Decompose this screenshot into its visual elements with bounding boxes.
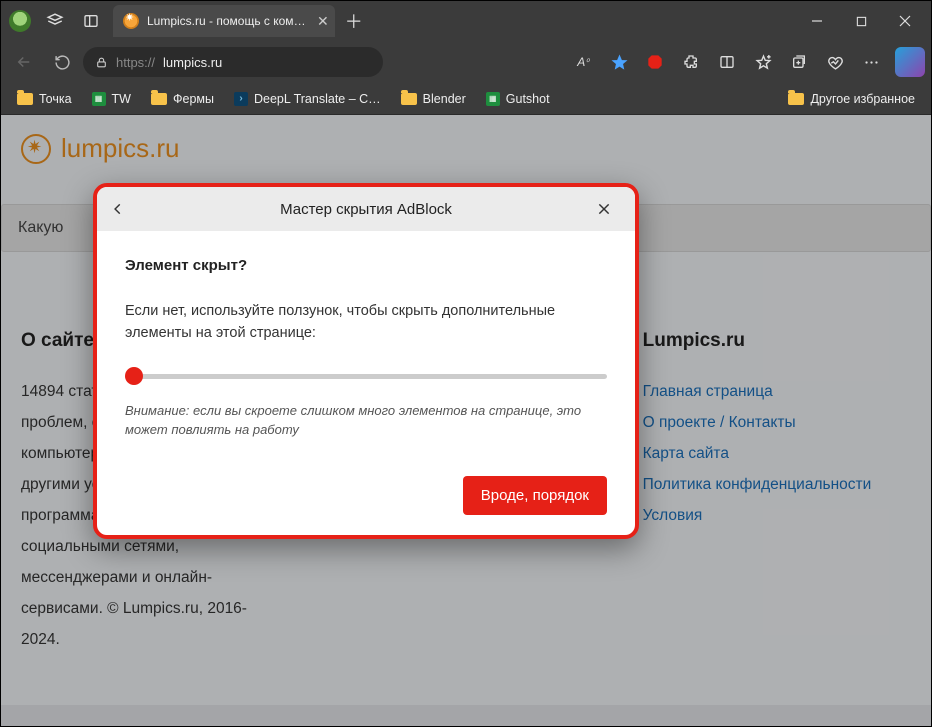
modal-heading: Элемент скрыт? [125,257,607,274]
close-tab-icon[interactable]: ✕ [317,14,329,28]
back-button[interactable] [7,45,41,79]
bookmark-item[interactable]: Blender [393,88,474,110]
bookmark-label: TW [112,92,131,106]
modal-title: Мастер скрытия AdBlock [135,201,597,218]
url-host: lumpics.ru [163,55,222,70]
browser-essentials-icon[interactable] [819,46,851,78]
site-favicon-icon [123,13,139,29]
bookmark-label: Фермы [173,92,214,106]
window-maximize-button[interactable] [839,1,883,41]
adblock-extension-icon[interactable] [639,46,671,78]
extensions-icon[interactable] [675,46,707,78]
folder-icon [401,93,417,105]
split-screen-icon[interactable] [711,46,743,78]
modal-body: Элемент скрыт? Если нет, используйте пол… [97,231,635,535]
bookmarks-bar: Точка ▦ TW Фермы › DeepL Translate – C… Bl… [1,83,931,115]
collections-icon[interactable] [783,46,815,78]
modal-back-button[interactable] [111,202,135,216]
toolbar: https:// lumpics.ru A⁰ [1,41,931,83]
hide-more-slider[interactable] [125,367,607,385]
bookmark-item[interactable]: ▦ TW [84,88,139,110]
new-tab-button[interactable]: ＋ [339,6,369,36]
folder-icon [788,93,804,105]
modal-warning: Внимание: если вы скроете слишком много … [125,401,607,440]
copilot-icon[interactable] [895,47,925,77]
bookmark-item[interactable]: › DeepL Translate – C… [226,88,389,110]
folder-icon [151,93,167,105]
bookmark-item[interactable]: Точка [9,88,80,110]
workspaces-icon[interactable] [41,7,69,35]
folder-icon [17,93,33,105]
bookmark-item[interactable]: Фермы [143,88,222,110]
active-tab[interactable]: Lumpics.ru - помощь с компьют… ✕ [113,5,335,37]
footer-link[interactable]: Главная страница [643,383,773,400]
profile-avatar[interactable] [9,10,31,32]
browser-window: Lumpics.ru - помощь с компьют… ✕ ＋ https… [0,0,932,727]
window-minimize-button[interactable] [795,1,839,41]
favorites-icon[interactable] [747,46,779,78]
url-scheme: https:// [116,55,155,70]
footer-link[interactable]: Политика конфиденциальности [643,476,872,493]
titlebar: Lumpics.ru - помощь с компьют… ✕ ＋ [1,1,931,41]
window-close-button[interactable] [883,1,927,41]
tab-title: Lumpics.ru - помощь с компьют… [147,14,307,28]
site-name: lumpics.ru [61,133,179,164]
slider-track [125,374,607,379]
bookmark-label: Точка [39,92,72,106]
modal-header: Мастер скрытия AdBlock [97,187,635,231]
address-bar[interactable]: https:// lumpics.ru [83,47,383,77]
deepl-icon: › [234,92,248,106]
site-header: lumpics.ru [1,115,931,174]
reading-mode-icon[interactable]: A⁰ [567,46,599,78]
bookmark-label: DeepL Translate – C… [254,92,381,106]
page-bottom [1,705,931,726]
footer-link[interactable]: Условия [643,507,703,524]
footer-link[interactable]: О проекте / Контакты [643,414,796,431]
lock-icon [95,56,108,69]
site-logo-icon [21,134,51,164]
sheets-icon: ▦ [486,92,500,106]
bookmarks-overflow[interactable]: Другое избранное [780,88,923,110]
slider-thumb[interactable] [125,367,143,385]
footer-links: Lumpics.ru Главная страница О проекте / … [643,322,911,655]
favorite-star-icon[interactable] [603,46,635,78]
adblock-wizard-modal: Мастер скрытия AdBlock Элемент скрыт? Ес… [93,183,639,539]
bookmark-label: Другое избранное [810,92,915,106]
modal-description: Если нет, используйте ползунок, чтобы ск… [125,300,607,345]
footer-link[interactable]: Карта сайта [643,445,729,462]
links-heading: Lumpics.ru [643,322,911,360]
page-viewport: lumpics.ru О сайте 14894 статей по решен… [1,115,931,726]
reload-button[interactable] [45,45,79,79]
modal-actions: Вроде, порядок [125,476,607,515]
more-menu-icon[interactable] [855,46,887,78]
bookmark-item[interactable]: ▦ Gutshot [478,88,558,110]
confirm-button[interactable]: Вроде, порядок [463,476,607,515]
tab-actions-icon[interactable] [77,7,105,35]
bookmark-label: Gutshot [506,92,550,106]
bookmark-label: Blender [423,92,466,106]
modal-close-button[interactable] [597,202,621,216]
sheets-icon: ▦ [92,92,106,106]
